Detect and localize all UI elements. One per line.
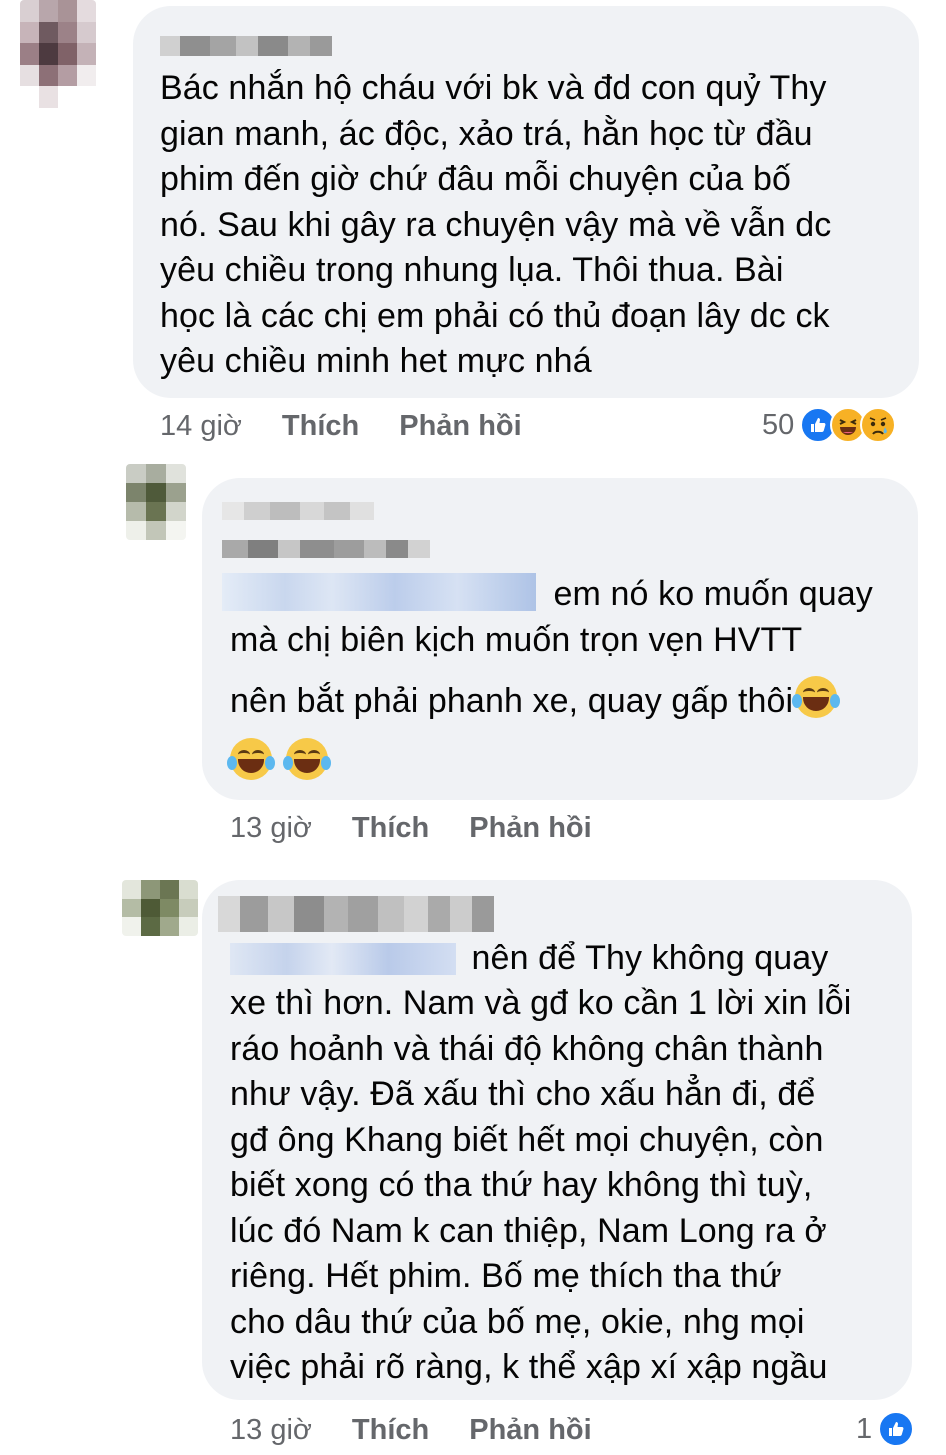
- comment-text: em nó ko muốn quay mà chị biên kịch muốn…: [222, 572, 873, 787]
- comment-line: riêng. Hết phim. Bố mẹ thích tha thứ: [230, 1257, 782, 1295]
- comment-line: ráo hoảnh và thái độ không chân thành: [230, 1029, 824, 1068]
- comment-actions: 13 giờ Thích Phản hồi: [230, 808, 592, 848]
- comment-line: yêu chiều minh het mực nhá: [160, 342, 592, 380]
- sad-icon: [860, 407, 897, 443]
- avatar[interactable]: [126, 464, 186, 540]
- comment-line: nó. Sau khi gây ra chuyện vậy mà về vẫn …: [160, 205, 832, 244]
- laughing-tears-emoji-icon: [282, 738, 331, 780]
- comment-line: mà chị biên kịch muốn trọn vẹn HVTT: [230, 621, 803, 659]
- comment-line: lúc đó Nam k can thiệp, Nam Long ra ở: [230, 1211, 827, 1250]
- comment-text: Bác nhắn hộ cháu với bk và đd con quỷ Th…: [160, 66, 831, 385]
- laughing-tears-emoji-icon: [792, 675, 841, 718]
- like-button[interactable]: Thích: [352, 812, 429, 845]
- reaction-count: 1: [856, 1412, 873, 1445]
- comment-line: việc phải rõ ràng, k thể xập xí xập ngầu: [230, 1348, 828, 1386]
- laughing-tears-emoji-icon: [227, 738, 275, 780]
- mention-blurred[interactable]: [230, 943, 456, 975]
- comment-line: biết xong có tha thứ hay không thì tuỳ,: [230, 1166, 813, 1204]
- author-name-blurred[interactable]: [218, 896, 494, 932]
- emoji-line: [227, 738, 873, 787]
- comment-line: gian manh, ác độc, xảo trá, hằn học từ đ…: [160, 114, 813, 153]
- mention-blurred[interactable]: [222, 573, 536, 611]
- timestamp[interactable]: 14 giờ: [160, 410, 242, 443]
- author-name-blurred[interactable]: [222, 502, 374, 520]
- timestamp[interactable]: 13 giờ: [230, 1414, 312, 1447]
- comment-actions: 14 giờ Thích Phản hồi: [160, 406, 522, 446]
- avatar[interactable]: [20, 0, 96, 108]
- comment-line: như vậy. Đã xấu thì cho xấu hẳn đi, để: [230, 1075, 816, 1113]
- comment-line: phim đến giờ chứ đâu mỗi chuyện của bố: [160, 160, 792, 198]
- like-button[interactable]: Thích: [352, 1414, 429, 1447]
- comment-line: yêu chiều trong nhung lụa. Thôi thua. Bà…: [160, 251, 784, 289]
- comment-line: học là các chị em phải có thủ đoạn lây d…: [160, 296, 830, 335]
- reply-button[interactable]: Phản hồi: [469, 812, 591, 845]
- reply-button[interactable]: Phản hồi: [469, 1414, 591, 1447]
- reaction-count: 50: [762, 408, 795, 441]
- like-button[interactable]: Thích: [282, 410, 359, 443]
- avatar[interactable]: [122, 880, 198, 936]
- comment-line: nên bắt phải phanh xe, quay gấp thôi: [230, 675, 873, 725]
- reaction-summary[interactable]: 50: [762, 404, 897, 446]
- author-name-blurred[interactable]: [222, 540, 430, 558]
- timestamp[interactable]: 13 giờ: [230, 812, 312, 845]
- comment-line: nên để Thy không quay: [471, 939, 829, 977]
- reaction-summary[interactable]: 1: [856, 1408, 915, 1450]
- reply-button[interactable]: Phản hồi: [399, 410, 521, 443]
- author-name-blurred[interactable]: [160, 36, 332, 56]
- comment-line: gđ ông Khang biết hết mọi chuyện, còn: [230, 1120, 824, 1159]
- comment-actions: 13 giờ Thích Phản hồi: [230, 1410, 592, 1450]
- comment-text: nên để Thy không quay xe thì hơn. Nam và…: [230, 936, 851, 1391]
- comment-line: cho dâu thứ của bố mẹ, okie, nhg mọi: [230, 1302, 805, 1341]
- like-icon: [878, 1411, 915, 1447]
- comment-line: em nó ko muốn quay: [553, 575, 873, 613]
- comment-line: xe thì hơn. Nam và gđ ko cần 1 lời xin l…: [230, 984, 852, 1022]
- comment-line: Bác nhắn hộ cháu với bk và đd con quỷ Th…: [160, 69, 827, 107]
